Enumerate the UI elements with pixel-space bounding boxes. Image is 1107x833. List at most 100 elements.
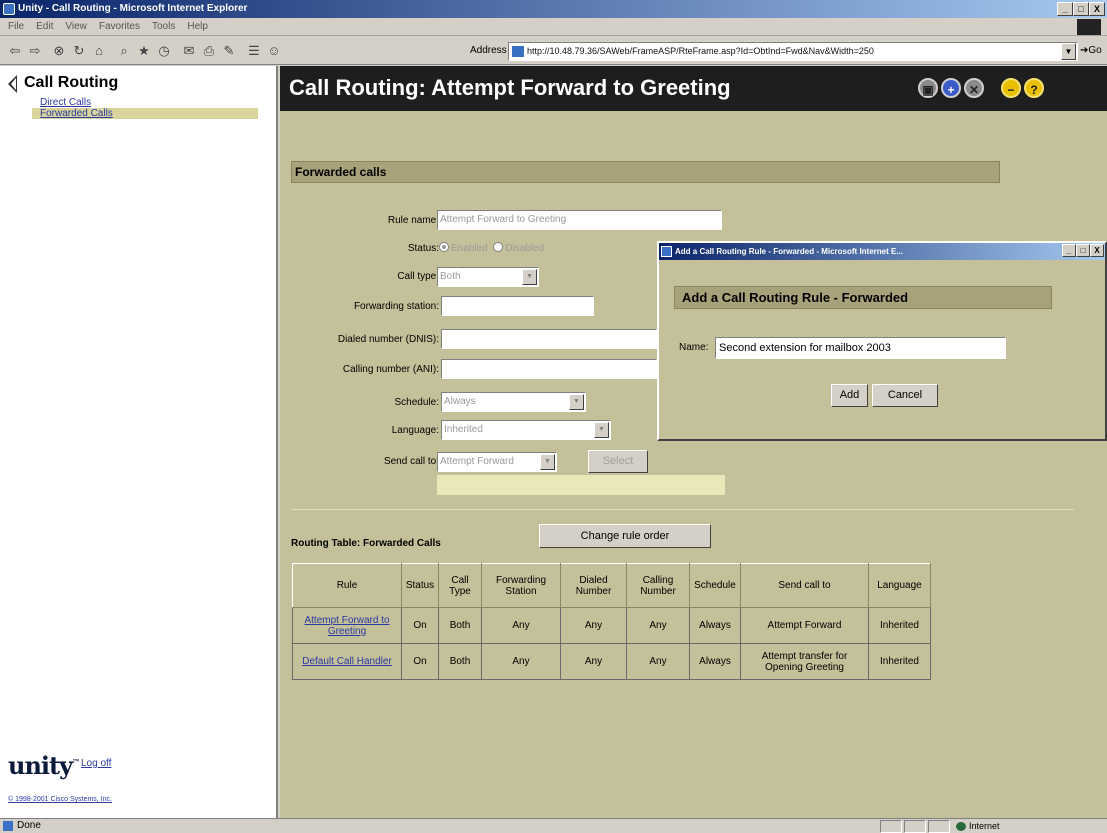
windows-logo-icon bbox=[1077, 19, 1101, 35]
table-cell: Inherited bbox=[868, 643, 931, 680]
forward-icon[interactable]: ⇨ bbox=[26, 42, 44, 60]
back-icon[interactable]: − bbox=[1001, 78, 1021, 98]
save-icon[interactable]: ▣ bbox=[918, 78, 938, 98]
table-cell: Any bbox=[560, 607, 627, 644]
home-icon[interactable]: ⌂ bbox=[90, 42, 108, 60]
dialog-title-bar: Add a Call Routing Rule - Forwarded - Mi… bbox=[659, 243, 1105, 260]
status-cell bbox=[904, 820, 926, 833]
ie-icon bbox=[661, 246, 672, 257]
chevron-down-icon: ▼ bbox=[522, 269, 537, 285]
rule-name-field[interactable]: Attempt Forward to Greeting bbox=[437, 210, 722, 230]
status-enabled-radio[interactable] bbox=[439, 242, 449, 252]
table-cell-rule[interactable]: Default Call Handler bbox=[292, 643, 402, 680]
browser-toolbar: ⇦ ⇨ ⊗ ↻ ⌂ ⌕ ★ ◷ ✉ ⎙ ✎ ☰ ☺ Address http:/… bbox=[0, 37, 1107, 65]
refresh-icon[interactable]: ↻ bbox=[70, 42, 88, 60]
rule-name-label: Rule name: bbox=[387, 215, 439, 226]
dialog-name-field[interactable]: Second extension for mailbox 2003 bbox=[715, 337, 1006, 359]
change-rule-order-button[interactable]: Change rule order bbox=[539, 524, 711, 548]
print-icon[interactable]: ⎙ bbox=[200, 42, 218, 60]
help-icon[interactable]: ? bbox=[1024, 78, 1044, 98]
add-icon[interactable]: + bbox=[941, 78, 961, 98]
dialog-minimize-button[interactable]: _ bbox=[1062, 244, 1076, 257]
dialog-heading: Add a Call Routing Rule - Forwarded bbox=[674, 286, 1052, 309]
dialog-name-label: Name: bbox=[679, 342, 709, 353]
dialog-maximize-button[interactable]: □ bbox=[1076, 244, 1090, 257]
dialog-add-button[interactable]: Add bbox=[831, 384, 868, 407]
column-header: Send call to bbox=[740, 563, 869, 608]
table-cell: On bbox=[401, 643, 439, 680]
status-disabled-label: Disabled bbox=[505, 243, 545, 254]
table-cell: Both bbox=[438, 643, 482, 680]
go-button[interactable]: ➔Go bbox=[1080, 45, 1102, 56]
ie-icon bbox=[3, 3, 15, 15]
menu-help[interactable]: Help bbox=[187, 21, 208, 32]
internet-zone-icon bbox=[956, 822, 966, 831]
copyright-link[interactable]: © 1998-2001 Cisco Systems, Inc. bbox=[8, 796, 112, 803]
stop-icon[interactable]: ⊗ bbox=[50, 42, 68, 60]
back-icon[interactable]: ⇦ bbox=[6, 42, 24, 60]
table-cell: Attempt Forward bbox=[740, 607, 869, 644]
logoff-link[interactable]: Log off bbox=[81, 758, 111, 769]
page-icon bbox=[512, 46, 524, 57]
menu-tools[interactable]: Tools bbox=[152, 21, 175, 32]
send-call-label: Send call to: bbox=[383, 456, 439, 467]
table-cell: Any bbox=[481, 607, 561, 644]
status-enabled-label: Enabled bbox=[451, 243, 488, 254]
history-icon[interactable]: ◷ bbox=[155, 42, 173, 60]
menu-view[interactable]: View bbox=[65, 21, 87, 32]
sidebar-item-direct-calls[interactable]: Direct Calls bbox=[40, 97, 91, 108]
send-call-detail bbox=[437, 475, 725, 495]
menu-favorites[interactable]: Favorites bbox=[99, 21, 140, 32]
table-cell-rule[interactable]: Attempt Forward to Greeting bbox=[292, 607, 402, 644]
menu-file[interactable]: File bbox=[8, 21, 24, 32]
chevron-down-icon: ▼ bbox=[569, 394, 584, 410]
back-arrow-icon[interactable] bbox=[8, 75, 17, 93]
close-button[interactable]: X bbox=[1089, 2, 1105, 16]
table-cell: Any bbox=[481, 643, 561, 680]
table-cell: Any bbox=[626, 607, 690, 644]
mail-icon[interactable]: ✉ bbox=[180, 42, 198, 60]
dnis-field[interactable] bbox=[441, 329, 657, 349]
select-button[interactable]: Select bbox=[588, 450, 648, 473]
menu-bar: File Edit View Favorites Tools Help bbox=[0, 18, 1107, 36]
table-cell: Any bbox=[560, 643, 627, 680]
column-header: Call Type bbox=[438, 563, 482, 608]
sidebar-item-forwarded-calls[interactable]: Forwarded Calls bbox=[32, 108, 258, 119]
forwarding-station-field[interactable] bbox=[441, 296, 594, 316]
favorites-icon[interactable]: ★ bbox=[135, 42, 153, 60]
window-title: Unity - Call Routing - Microsoft Interne… bbox=[18, 3, 248, 14]
address-dropdown-icon[interactable]: ▼ bbox=[1061, 43, 1076, 60]
routing-table-title: Routing Table: Forwarded Calls bbox=[291, 538, 441, 549]
menu-edit[interactable]: Edit bbox=[36, 21, 53, 32]
maximize-button[interactable]: □ bbox=[1073, 2, 1089, 16]
search-icon[interactable]: ⌕ bbox=[115, 42, 133, 60]
table-row: Attempt Forward to Greeting On Both Any … bbox=[292, 607, 931, 644]
table-cell: Always bbox=[689, 643, 741, 680]
address-url: http://10.48.79.36/SAWeb/FrameASP/RteFra… bbox=[527, 46, 874, 56]
call-type-select[interactable]: Both ▼ bbox=[437, 267, 539, 287]
ani-field[interactable] bbox=[441, 359, 657, 379]
discuss-icon[interactable]: ☰ bbox=[245, 42, 263, 60]
schedule-select[interactable]: Always ▼ bbox=[441, 392, 586, 412]
status-cell bbox=[880, 820, 902, 833]
sidebar: Call Routing Direct Calls Forwarded Call… bbox=[0, 66, 278, 818]
dnis-label: Dialed number (DNIS): bbox=[337, 334, 439, 345]
rule-link[interactable]: Default Call Handler bbox=[302, 656, 392, 667]
send-call-select[interactable]: Attempt Forward ▼ bbox=[437, 452, 557, 472]
rule-link[interactable]: Attempt Forward to Greeting bbox=[304, 615, 389, 637]
page-title: Call Routing: Attempt Forward to Greetin… bbox=[289, 75, 731, 100]
dialog-cancel-button[interactable]: Cancel bbox=[872, 384, 938, 407]
language-select[interactable]: Inherited ▼ bbox=[441, 420, 611, 440]
delete-icon[interactable]: ✕ bbox=[964, 78, 984, 98]
add-rule-dialog: Add a Call Routing Rule - Forwarded - Mi… bbox=[657, 241, 1107, 441]
edit-icon[interactable]: ✎ bbox=[220, 42, 238, 60]
messenger-icon[interactable]: ☺ bbox=[265, 42, 283, 60]
status-disabled-radio[interactable] bbox=[493, 242, 504, 252]
status-options: Enabled Disabled bbox=[439, 242, 544, 254]
minimize-button[interactable]: _ bbox=[1057, 2, 1073, 16]
dialog-close-button[interactable]: X bbox=[1090, 244, 1104, 257]
schedule-label: Schedule: bbox=[394, 397, 439, 408]
table-cell: On bbox=[401, 607, 439, 644]
table-header-row: Rule Status Call Type Forwarding Station… bbox=[292, 563, 931, 608]
address-bar[interactable]: http://10.48.79.36/SAWeb/FrameASP/RteFra… bbox=[508, 42, 1078, 61]
